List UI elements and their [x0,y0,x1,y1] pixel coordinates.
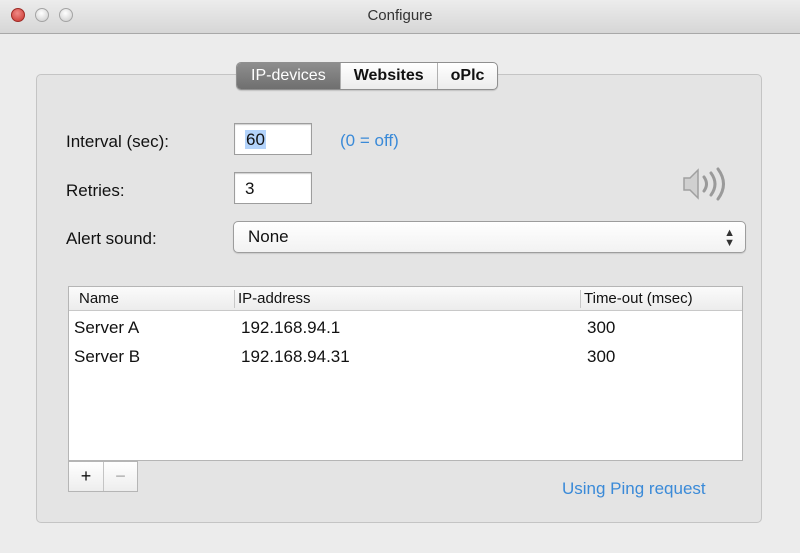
alert-sound-value: None [248,227,289,246]
tab-ip-devices[interactable]: IP-devices [237,63,340,89]
cell-ip-address: 192.168.94.1 [241,318,341,337]
table-row[interactable]: Server A 192.168.94.1 300 [69,314,742,344]
retries-label: Retries: [66,181,125,200]
ping-request-link[interactable]: Using Ping request [562,479,706,499]
tab-oplc[interactable]: oPlc [436,63,498,89]
column-header-timeout[interactable]: Time-out (msec) [580,290,693,308]
cell-timeout: 300 [587,318,616,337]
table-row[interactable]: Server B 192.168.94.31 300 [69,343,742,373]
alert-sound-select[interactable]: None ▲ ▼ [233,221,746,253]
cell-name: Server A [74,318,140,337]
interval-value: 60 [245,130,266,149]
add-device-button[interactable]: + [69,462,103,491]
column-header-name[interactable]: Name [79,290,119,307]
retries-value: 3 [245,179,255,198]
up-down-chevron-icon: ▲ ▼ [724,227,735,249]
interval-label: Interval (sec): [66,132,169,151]
table-header: Name IP-address Time-out (msec) [69,287,742,311]
cell-ip-address: 192.168.94.31 [241,347,350,366]
window-title: Configure [367,7,433,24]
alert-sound-label: Alert sound: [66,229,157,248]
title-bar: Configure [0,0,800,34]
cell-timeout: 300 [587,347,616,366]
speaker-sound-icon[interactable] [678,164,738,204]
interval-field[interactable]: 60 [234,123,312,155]
interval-hint: (0 = off) [340,131,399,150]
tab-websites[interactable]: Websites [339,63,437,89]
remove-device-button[interactable]: − [103,462,137,491]
cell-name: Server B [74,347,141,366]
table-button-bar: + − [68,461,138,492]
devices-table[interactable]: Name IP-address Time-out (msec) Server A… [68,286,743,461]
retries-field[interactable]: 3 [234,172,312,204]
column-header-ip-address[interactable]: IP-address [234,290,311,308]
tab-bar: IP-devices Websites oPlc [236,62,499,90]
